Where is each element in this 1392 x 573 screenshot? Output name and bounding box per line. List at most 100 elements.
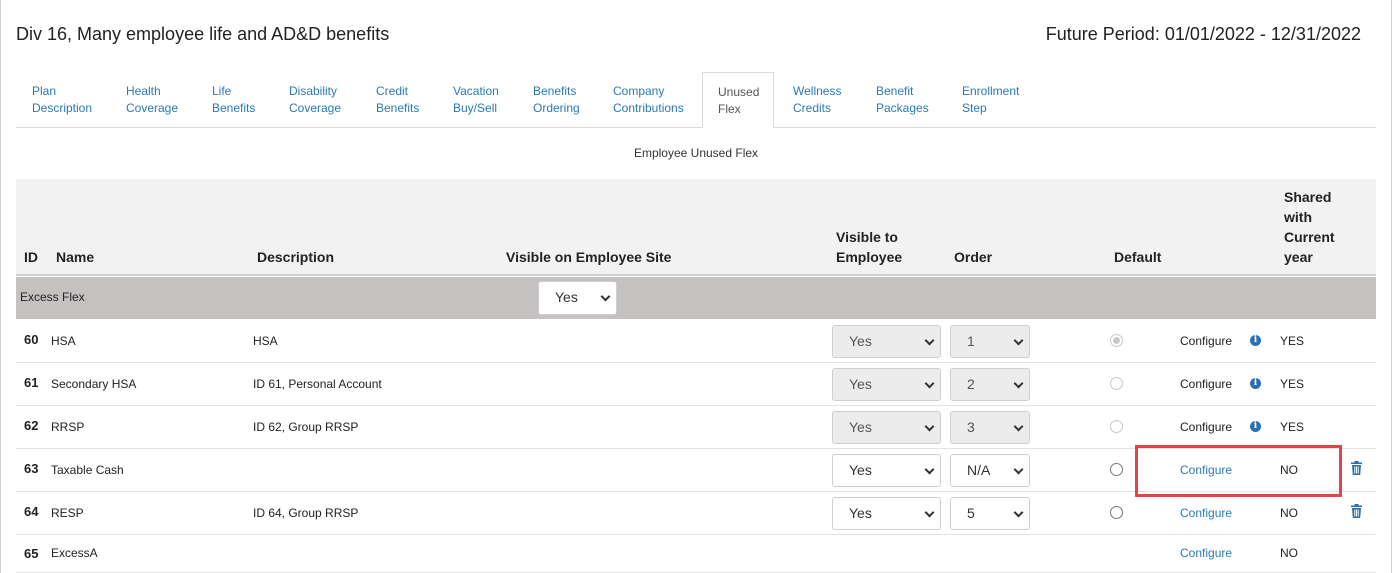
- default-radio[interactable]: [1110, 420, 1123, 433]
- order-select[interactable]: 5: [950, 497, 1030, 530]
- select-value: Yes: [849, 333, 872, 349]
- tab-wellness-credits[interactable]: Wellness Credits: [793, 72, 841, 128]
- order-select[interactable]: 2: [950, 368, 1030, 401]
- group-row-excess-flex: Excess Flex Yes: [16, 277, 1376, 319]
- tab-label: Unused: [718, 85, 760, 99]
- tab-benefits-ordering[interactable]: Benefits Ordering: [533, 72, 580, 128]
- tab-label: Benefits: [212, 101, 256, 115]
- visible-to-employee-select[interactable]: Yes: [832, 454, 941, 487]
- row-id: 62: [24, 418, 39, 433]
- tab-label: Vacation: [453, 84, 499, 98]
- tab-label: Life: [212, 84, 232, 98]
- info-icon[interactable]: i: [1250, 378, 1261, 389]
- col-header-shared-3: Current: [1284, 229, 1335, 245]
- configure-label: Configure: [1180, 420, 1233, 434]
- order-select[interactable]: 1: [950, 325, 1030, 358]
- tab-label: Description: [32, 101, 93, 115]
- row-id: 65: [24, 546, 39, 561]
- visible-to-employee-select[interactable]: Yes: [832, 411, 941, 444]
- tab-label: Health: [126, 84, 161, 98]
- page-title: Div 16, Many employee life and AD&D bene…: [16, 24, 390, 44]
- tab-life-benefits[interactable]: Life Benefits: [212, 72, 255, 128]
- row-description: HSA: [253, 334, 278, 348]
- shared-value: YES: [1280, 334, 1305, 348]
- visible-to-employee-select[interactable]: Yes: [832, 325, 941, 358]
- select-value: Yes: [555, 289, 578, 305]
- default-radio[interactable]: [1110, 506, 1123, 519]
- period-label: Future Period: 01/01/2022 - 12/31/2022: [1045, 24, 1361, 44]
- tab-disability-coverage[interactable]: Disability Coverage: [289, 72, 341, 128]
- shared-value: NO: [1280, 506, 1298, 520]
- page-header: Div 16, Many employee life and AD&D bene…: [16, 24, 1361, 46]
- tab-label: Contributions: [613, 101, 684, 115]
- tab-company-contributions[interactable]: Company Contributions: [613, 72, 684, 128]
- shared-value: YES: [1280, 377, 1305, 391]
- configure-link[interactable]: Configure: [1180, 506, 1232, 520]
- table-row: 62 RRSP ID 62, Group RRSP Yes 3 Configur…: [16, 406, 1376, 449]
- tab-label: Buy/Sell: [453, 101, 498, 115]
- order-select[interactable]: N/A: [950, 454, 1030, 487]
- tab-label: Coverage: [289, 101, 342, 115]
- row-name: ExcessA: [51, 546, 98, 560]
- tab-health-coverage[interactable]: Health Coverage: [126, 72, 178, 128]
- configure-label: Configure: [1180, 334, 1233, 348]
- table-row: 61 Secondary HSA ID 61, Personal Account…: [16, 363, 1376, 406]
- configure-label: Configure: [1180, 377, 1233, 391]
- tab-credit-benefits[interactable]: Credit Benefits: [376, 72, 419, 128]
- default-radio[interactable]: [1110, 463, 1123, 476]
- info-icon[interactable]: i: [1250, 421, 1261, 432]
- tab-enrollment-step[interactable]: Enrollment Step: [962, 72, 1019, 128]
- shared-value: YES: [1280, 420, 1305, 434]
- window-border-left: [0, 0, 1, 573]
- col-header-default: Default: [1114, 249, 1162, 265]
- row-id: 64: [24, 504, 39, 519]
- chevron-down-icon: [1013, 335, 1024, 346]
- configure-link[interactable]: Configure: [1180, 546, 1232, 560]
- tab-label: Benefits: [376, 101, 420, 115]
- col-header-shared-2: with: [1284, 209, 1312, 225]
- row-name: Taxable Cash: [51, 463, 124, 477]
- col-header-shared-1: Shared: [1284, 189, 1332, 205]
- table-row: 60 HSA HSA Yes 1 Configure i YES: [16, 320, 1376, 363]
- chevron-down-icon: [924, 464, 935, 475]
- row-description: ID 64, Group RRSP: [253, 506, 359, 520]
- col-header-visible-site: Visible on Employee Site: [506, 249, 672, 265]
- tab-label: Enrollment: [962, 84, 1020, 98]
- default-radio[interactable]: [1110, 377, 1123, 390]
- chevron-down-icon: [924, 378, 935, 389]
- select-value: Yes: [849, 376, 872, 392]
- default-radio[interactable]: [1110, 334, 1123, 347]
- tab-label: Wellness: [793, 84, 842, 98]
- info-icon[interactable]: i: [1250, 335, 1261, 346]
- row-name: Secondary HSA: [51, 377, 137, 391]
- row-name: RRSP: [51, 420, 85, 434]
- col-header-description: Description: [257, 249, 335, 265]
- visible-on-site-select[interactable]: Yes: [538, 281, 617, 315]
- chevron-down-icon: [1013, 464, 1024, 475]
- chevron-down-icon: [1013, 507, 1024, 518]
- tab-vacation-buy-sell[interactable]: Vacation Buy/Sell: [453, 72, 499, 128]
- visible-to-employee-select[interactable]: Yes: [832, 368, 941, 401]
- tab-label: Step: [962, 101, 987, 115]
- select-value: 5: [967, 505, 975, 521]
- select-value: 1: [967, 333, 975, 349]
- col-header-shared-4: year: [1284, 249, 1313, 265]
- order-select[interactable]: 3: [950, 411, 1030, 444]
- col-header-visible-employee-2: Employee: [836, 249, 903, 265]
- select-value: N/A: [967, 462, 991, 478]
- col-header-id: ID: [24, 249, 38, 265]
- chevron-down-icon: [600, 291, 611, 302]
- trash-icon[interactable]: [1351, 461, 1362, 475]
- table-row: 65 ExcessA Configure NO: [16, 535, 1376, 573]
- group-name: Excess Flex: [20, 290, 85, 304]
- tab-plan-description[interactable]: Plan Description: [32, 72, 92, 128]
- tab-benefit-packages[interactable]: Benefit Packages: [876, 72, 929, 128]
- shared-value: NO: [1280, 546, 1298, 560]
- select-value: Yes: [849, 505, 872, 521]
- col-header-order: Order: [954, 249, 993, 265]
- table-header: ID Name Description Visible on Employee …: [16, 179, 1376, 276]
- trash-icon[interactable]: [1351, 504, 1362, 518]
- tab-label: Coverage: [126, 101, 179, 115]
- tab-unused-flex[interactable]: Unused Flex: [702, 72, 774, 129]
- visible-to-employee-select[interactable]: Yes: [832, 497, 941, 530]
